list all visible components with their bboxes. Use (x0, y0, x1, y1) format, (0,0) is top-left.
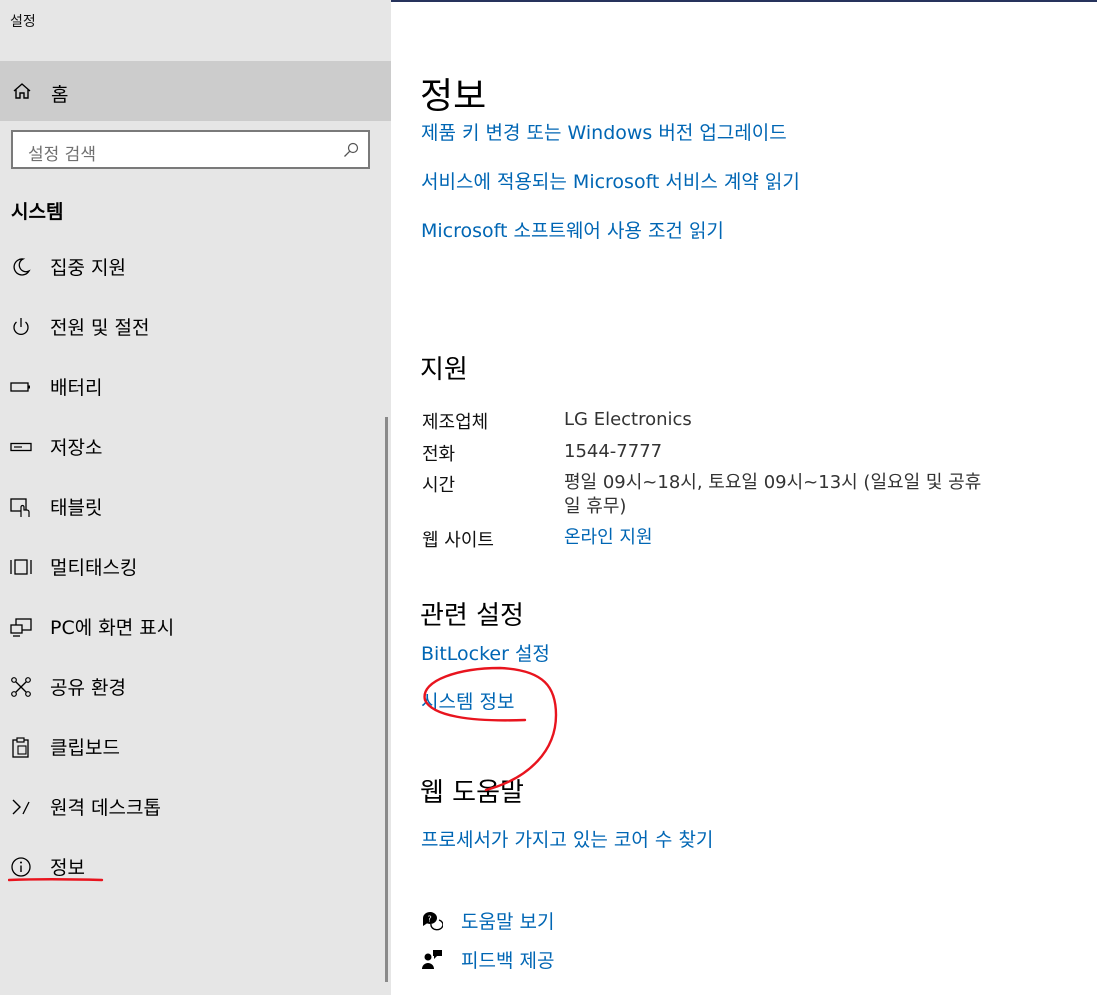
support-key: 시간 (422, 475, 456, 496)
home-button[interactable]: 홈 (0, 61, 391, 121)
home-label: 홈 (51, 84, 69, 106)
sidebar-item-label: 멀티태스킹 (50, 557, 138, 579)
multitasking-icon (10, 556, 32, 578)
sidebar: 설정 홈 설정 검색 시스템 집중 지원 전원 및 절전 배터리 저장소 태블릿… (0, 0, 391, 995)
sidebar-item-label: 원격 데스크톱 (50, 797, 161, 819)
page-title: 정보 (420, 76, 487, 117)
sidebar-item-label: 배터리 (50, 377, 103, 399)
support-key: 제조업체 (422, 412, 489, 433)
sidebar-item-label: PC에 화면 표시 (50, 617, 175, 639)
system-info-link[interactable]: 시스템 정보 (421, 687, 514, 714)
feedback-icon (421, 948, 443, 974)
support-key: 웹 사이트 (422, 530, 494, 551)
power-icon (10, 316, 32, 338)
remote-desktop-icon (10, 796, 32, 818)
sidebar-item-label: 태블릿 (50, 497, 103, 519)
get-help-label: 도움말 보기 (461, 911, 555, 933)
processor-cores-link[interactable]: 프로세서가 가지고 있는 코어 수 찾기 (421, 825, 713, 852)
support-key: 전화 (422, 444, 456, 465)
search-input[interactable]: 설정 검색 (11, 130, 370, 169)
clipboard-icon (10, 736, 32, 758)
storage-icon (10, 436, 32, 458)
section-title: 시스템 (11, 201, 64, 223)
support-heading: 지원 (420, 355, 468, 385)
sidebar-item-storage[interactable]: 저장소 (0, 416, 385, 476)
support-value: LG Electronics (564, 409, 692, 430)
sidebar-item-shared-experiences[interactable]: 공유 환경 (0, 656, 385, 716)
share-icon (10, 676, 32, 698)
sidebar-item-about[interactable]: 정보 (0, 836, 385, 896)
license-terms-link[interactable]: Microsoft 소프트웨어 사용 조건 읽기 (421, 216, 724, 243)
sidebar-item-tablet[interactable]: 태블릿 (0, 476, 385, 536)
project-icon (10, 616, 32, 638)
battery-icon (10, 376, 32, 398)
upgrade-windows-link[interactable]: 제품 키 변경 또는 Windows 버전 업그레이드 (421, 118, 787, 145)
info-icon (10, 856, 32, 878)
related-settings-heading: 관련 설정 (420, 601, 524, 631)
give-feedback-label: 피드백 제공 (461, 950, 555, 972)
get-help-link[interactable]: ? 도움말 보기 (421, 907, 721, 935)
search-placeholder: 설정 검색 (28, 145, 96, 165)
sidebar-item-focus-assist[interactable]: 집중 지원 (0, 236, 385, 296)
bitlocker-settings-link[interactable]: BitLocker 설정 (421, 639, 550, 666)
sidebar-item-label: 정보 (50, 857, 85, 879)
sidebar-item-label: 클립보드 (50, 737, 120, 759)
give-feedback-link[interactable]: 피드백 제공 (421, 946, 721, 974)
sidebar-item-clipboard[interactable]: 클립보드 (0, 716, 385, 776)
sidebar-item-label: 전원 및 절전 (50, 317, 150, 339)
web-help-heading: 웹 도움말 (420, 778, 524, 808)
search-icon (343, 142, 359, 162)
sidebar-item-battery[interactable]: 배터리 (0, 356, 385, 416)
annotation-underline (8, 878, 104, 882)
sidebar-item-remote-desktop[interactable]: 원격 데스크톱 (0, 776, 385, 836)
svg-text:?: ? (428, 915, 432, 924)
services-agreement-link[interactable]: 서비스에 적용되는 Microsoft 서비스 계약 읽기 (421, 167, 800, 194)
support-value: 평일 09시~18시, 토요일 09시~13시 (일요일 및 공휴일 휴무) (564, 472, 982, 517)
online-support-link[interactable]: 온라인 지원 (564, 526, 984, 550)
sidebar-scrollbar[interactable] (385, 417, 388, 982)
sidebar-item-multitasking[interactable]: 멀티태스킹 (0, 536, 385, 596)
home-icon (12, 82, 32, 104)
sidebar-item-label: 저장소 (50, 437, 103, 459)
sidebar-item-project[interactable]: PC에 화면 표시 (0, 596, 385, 656)
sidebar-item-label: 집중 지원 (50, 257, 126, 279)
moon-icon (10, 256, 32, 278)
help-chat-icon: ? (421, 909, 444, 935)
support-value: 1544-7777 (564, 441, 663, 462)
window-title: 설정 (10, 14, 36, 30)
main-content: 정보 제품 키 변경 또는 Windows 버전 업그레이드 서비스에 적용되는… (391, 0, 1097, 995)
sidebar-item-power[interactable]: 전원 및 절전 (0, 296, 385, 356)
sidebar-item-label: 공유 환경 (50, 677, 126, 699)
tablet-icon (10, 496, 32, 518)
